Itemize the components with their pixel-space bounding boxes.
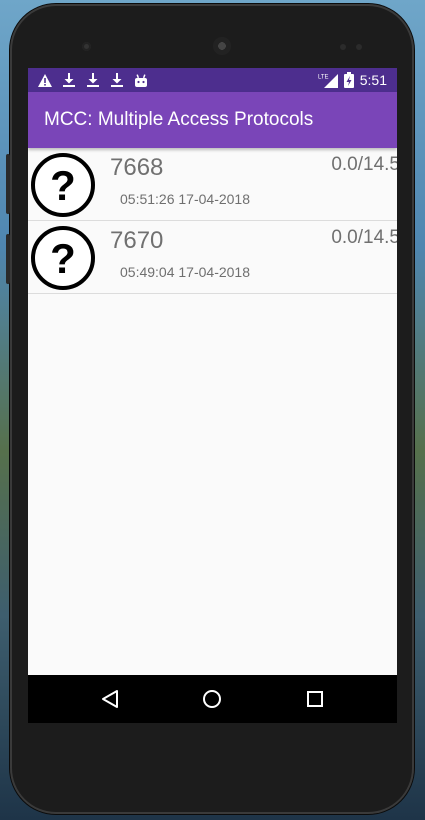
back-icon[interactable] — [98, 687, 122, 711]
recents-icon[interactable] — [303, 687, 327, 711]
light-sensor — [356, 44, 362, 50]
navigation-bar — [28, 675, 397, 723]
download-icon — [86, 73, 100, 87]
question-mark-icon: ? — [30, 225, 96, 291]
list-item[interactable]: ? 7670 0.0/14.5 05:49:04 17-04-2018 — [28, 221, 397, 294]
item-timestamp: 05:51:26 17-04-2018 — [120, 191, 250, 207]
notification-icons — [28, 73, 148, 87]
question-mark-icon: ? — [30, 152, 96, 218]
list-item[interactable]: ? 7668 0.0/14.5 05:51:26 17-04-2018 — [28, 148, 397, 221]
item-ratio: 0.0/14.5 — [331, 227, 397, 248]
lte-signal-icon: LTE — [318, 73, 338, 88]
power-button — [6, 154, 10, 214]
warning-icon — [38, 73, 52, 87]
svg-text:?: ? — [50, 162, 76, 209]
protocol-list: ? 7668 0.0/14.5 05:51:26 17-04-2018 ? 76… — [28, 148, 397, 294]
front-camera — [82, 42, 91, 51]
status-bar: LTE 5:51 — [28, 68, 397, 92]
android-debug-icon — [134, 73, 148, 87]
home-icon[interactable] — [200, 687, 224, 711]
download-icon — [110, 73, 124, 87]
proximity-sensor — [340, 44, 346, 50]
download-icon — [62, 73, 76, 87]
app-title: MCC: Multiple Access Protocols — [44, 109, 314, 130]
item-ratio: 0.0/14.5 — [331, 154, 397, 175]
volume-button — [6, 234, 10, 284]
device-screen: LTE 5:51 MCC: Multiple Access Protocols … — [28, 68, 397, 723]
svg-text:?: ? — [50, 235, 76, 282]
app-bar: MCC: Multiple Access Protocols — [28, 92, 397, 148]
battery-charging-icon — [343, 72, 354, 88]
item-timestamp: 05:49:04 17-04-2018 — [120, 264, 250, 280]
system-indicators: LTE 5:51 — [318, 68, 387, 92]
svg-text:LTE: LTE — [318, 74, 329, 80]
item-id: 7668 — [110, 154, 164, 181]
status-clock: 5:51 — [359, 72, 387, 88]
earpiece-speaker — [213, 37, 231, 55]
item-id: 7670 — [110, 227, 164, 254]
